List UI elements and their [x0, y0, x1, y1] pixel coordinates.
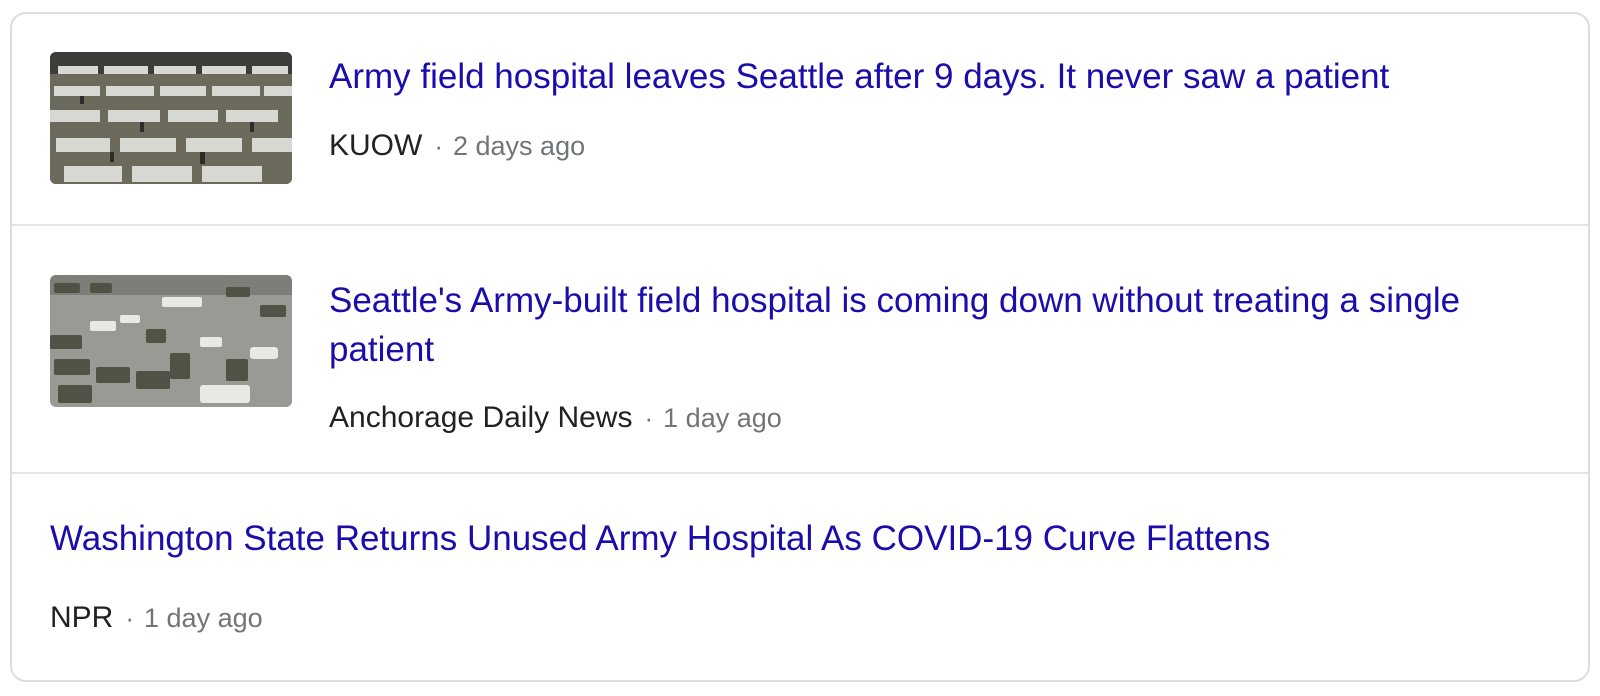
army-vehicles-photo — [50, 275, 292, 407]
news-meta: NPR · 1 day ago — [50, 598, 263, 638]
meta-separator: · — [644, 403, 654, 433]
news-timestamp: 1 day ago — [144, 603, 263, 633]
news-item[interactable]: Seattle's Army-built field hospital is c… — [12, 226, 1588, 474]
meta-separator: · — [434, 131, 443, 161]
news-item[interactable]: Army field hospital leaves Seattle after… — [12, 14, 1588, 226]
news-meta: Anchorage Daily News · 1 day ago — [329, 398, 782, 438]
news-item[interactable]: Washington State Returns Unused Army Hos… — [12, 474, 1588, 680]
news-meta: KUOW · 2 days ago — [329, 126, 585, 166]
news-headline-link[interactable]: Seattle's Army-built field hospital is c… — [329, 276, 1559, 374]
news-source[interactable]: Anchorage Daily News — [329, 401, 632, 434]
news-source[interactable]: NPR — [50, 601, 113, 634]
news-thumbnail-image[interactable] — [50, 52, 292, 184]
news-timestamp: 1 day ago — [663, 403, 782, 433]
news-thumbnail-image[interactable] — [50, 275, 292, 407]
news-results-card: Army field hospital leaves Seattle after… — [10, 12, 1590, 682]
meta-separator: · — [125, 603, 135, 633]
news-headline-link[interactable]: Army field hospital leaves Seattle after… — [329, 52, 1559, 101]
news-source[interactable]: KUOW — [329, 129, 422, 162]
news-timestamp: 2 days ago — [453, 131, 586, 161]
news-headline-link[interactable]: Washington State Returns Unused Army Hos… — [50, 514, 1550, 563]
field-hospital-photo — [50, 52, 292, 184]
